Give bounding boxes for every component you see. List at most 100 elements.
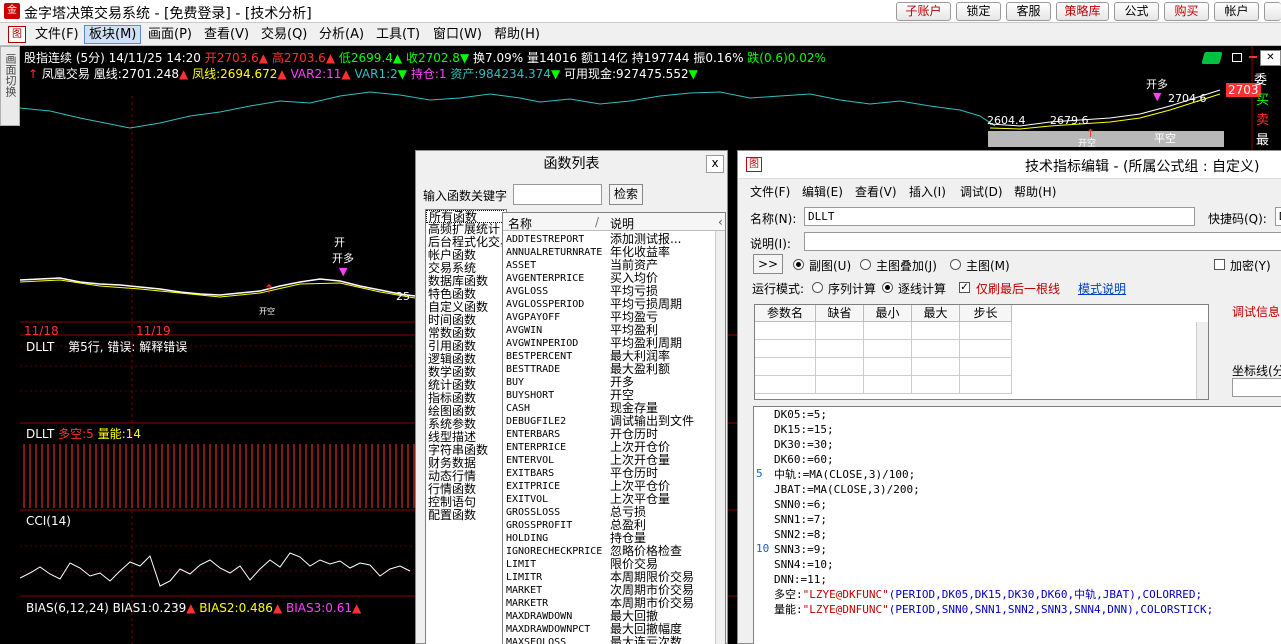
param-scrollbar[interactable] <box>1196 322 1208 399</box>
service-button[interactable]: 客服 <box>1006 2 1051 21</box>
param-cell[interactable] <box>816 358 864 376</box>
menu-tools[interactable]: 工具(T) <box>376 26 420 43</box>
param-cell[interactable] <box>864 358 912 376</box>
editor-menu-debug[interactable]: 调试(D) <box>960 183 1003 200</box>
quote-low: 低2699.4 <box>338 51 393 65</box>
param-cell[interactable] <box>864 376 912 394</box>
editor-menu-view[interactable]: 查看(V) <box>855 183 897 200</box>
editor-icon: 图 <box>746 157 762 172</box>
close-icon[interactable]: x <box>706 155 724 173</box>
param-cell[interactable] <box>816 322 864 340</box>
document-icon[interactable]: 图 <box>8 26 26 43</box>
cash-value: 可用现金:927475.552 <box>564 67 689 81</box>
code-line: SNN1:=7; <box>774 513 827 526</box>
cci-title: CCI(14) <box>26 514 71 528</box>
param-cell[interactable] <box>960 358 1012 376</box>
encrypt-checkbox[interactable] <box>1214 259 1225 270</box>
param-cell[interactable] <box>912 340 960 358</box>
name-input[interactable]: DLLT <box>804 207 1195 226</box>
menu-view[interactable]: 查看(V) <box>204 26 249 43</box>
function-name: MAXDRAWDOWNPCT <box>506 624 591 635</box>
overflow-button[interactable] <box>1264 2 1281 21</box>
desc-input[interactable] <box>804 232 1281 251</box>
formula-button[interactable]: 公式 <box>1114 2 1159 21</box>
purchase-button[interactable]: 购买 <box>1164 2 1209 21</box>
line-number-10: 10 <box>756 542 770 555</box>
editor-menu-insert[interactable]: 插入(I) <box>909 183 946 200</box>
bar-calc-radio[interactable] <box>882 282 893 293</box>
menu-sector[interactable]: 板块(M) <box>84 25 142 44</box>
feng-value: 凤线:2694.672 <box>192 67 278 81</box>
sub-account-button[interactable]: 子账户 <box>896 2 951 21</box>
col-desc-header[interactable]: 说明 <box>610 215 634 232</box>
lock-button[interactable]: 锁定 <box>956 2 1001 21</box>
editor-menu-help[interactable]: 帮助(H) <box>1014 183 1056 200</box>
close-icon[interactable]: ✕ <box>1260 50 1281 66</box>
function-scrollbar[interactable] <box>715 231 725 644</box>
param-cell[interactable] <box>960 322 1012 340</box>
param-cell[interactable] <box>960 376 1012 394</box>
quote-turnover: 换7.09% <box>473 51 524 65</box>
col-name-header[interactable]: 名称 <box>508 215 532 232</box>
code-liang-args: (PERIOD,SNN0,SNN1,SNN2,SNN3,SNN4,DNN),CO… <box>888 603 1214 616</box>
dllt-error: 第5行, 错误: 解释错误 <box>68 340 188 354</box>
code-editor[interactable]: DK05:=5; DK15:=15; DK30:=30; DK60:=60; 中轨:=M… <box>753 406 1281 644</box>
param-cell[interactable] <box>864 322 912 340</box>
maximize-icon[interactable] <box>1232 53 1242 62</box>
param-cell[interactable] <box>864 340 912 358</box>
desc-label: 说明(I): <box>750 237 791 251</box>
keyword-input[interactable] <box>513 184 602 205</box>
editor-menu-file[interactable]: 文件(F) <box>750 183 790 200</box>
code-line: SNN2:=8; <box>774 528 827 541</box>
sub-chart-radio[interactable] <box>793 259 804 270</box>
price-label-b: 2679.6 <box>1050 114 1089 127</box>
param-cell[interactable] <box>960 340 1012 358</box>
series-calc-radio[interactable] <box>812 282 823 293</box>
date-label-2: 11/19 <box>136 324 171 338</box>
mode-help-link[interactable]: 模式说明 <box>1078 280 1126 297</box>
param-table[interactable]: 参数名 缺省 最小 最大 步长 <box>754 304 1209 400</box>
param-cell[interactable] <box>755 376 816 394</box>
code-line: DNN:=11; <box>774 573 827 586</box>
series-calc-label: 序列计算 <box>828 282 877 296</box>
liangneng-value: 量能:14 <box>97 427 141 441</box>
hotkey-input[interactable]: D <box>1275 207 1281 226</box>
main-chart-label: 主图(M) <box>966 259 1010 273</box>
category-list[interactable]: 所有函数 高频扩展统计 后台程式化交易 帐户函数 交易系统 数据库函数 特色函数 自定义函数时… <box>425 209 507 644</box>
strategy-library-button[interactable]: 策略库 <box>1056 2 1109 21</box>
menu-help[interactable]: 帮助(H) <box>494 26 540 43</box>
param-cell[interactable] <box>816 376 864 394</box>
header-scroll-icon: ‹ <box>718 215 723 229</box>
param-cell[interactable] <box>816 340 864 358</box>
code-line: SNN0:=6; <box>774 498 827 511</box>
function-table[interactable]: 名称 / 说明 ‹ ADDTESTREPORT 添加测试报... ANNUALRET… <box>502 212 726 644</box>
menu-file[interactable]: 文件(F) <box>35 26 79 43</box>
param-cell[interactable] <box>755 340 816 358</box>
param-cell[interactable] <box>755 358 816 376</box>
menu-screen[interactable]: 画面(P) <box>148 26 192 43</box>
menu-window[interactable]: 窗口(W) <box>433 26 482 43</box>
param-cell[interactable] <box>912 376 960 394</box>
menu-analysis[interactable]: 分析(A) <box>319 26 364 43</box>
refresh-last-checkbox[interactable]: ✓ <box>959 282 970 293</box>
param-cell[interactable] <box>755 322 816 340</box>
expand-button[interactable]: >> <box>753 254 783 274</box>
main-overlay-radio[interactable] <box>860 259 871 270</box>
dllt2-pane-title: DLLT 多空:5 量能:14 <box>26 427 141 441</box>
title-bar: 金 金字塔决策交易系统 - [免费登录] - [技术分析] 子账户 锁定 客服 … <box>0 0 1281 23</box>
line-number-5: 5 <box>756 467 763 480</box>
bias1-value: BIAS1:0.239 <box>112 601 187 615</box>
account-button[interactable]: 帐户 <box>1214 2 1259 21</box>
main-chart-radio[interactable] <box>950 259 961 270</box>
category-item[interactable]: 配置函数 <box>426 509 506 522</box>
screen-switch-tab[interactable]: 画面切换 <box>0 46 20 126</box>
param-cell[interactable] <box>912 322 960 340</box>
code-duo-string: "LZYE@DKFUNC" <box>802 588 889 601</box>
editor-menu-edit[interactable]: 编辑(E) <box>802 183 843 200</box>
axis-input[interactable] <box>1232 378 1281 397</box>
menu-trade[interactable]: 交易(Q) <box>261 26 307 43</box>
param-cell[interactable] <box>912 358 960 376</box>
function-row[interactable]: MAXSEQLOSS 最大连亏次数 <box>503 636 717 644</box>
search-button[interactable]: 检索 <box>609 184 643 205</box>
code-liang-string: "LZYE@DNFUNC" <box>802 603 889 616</box>
